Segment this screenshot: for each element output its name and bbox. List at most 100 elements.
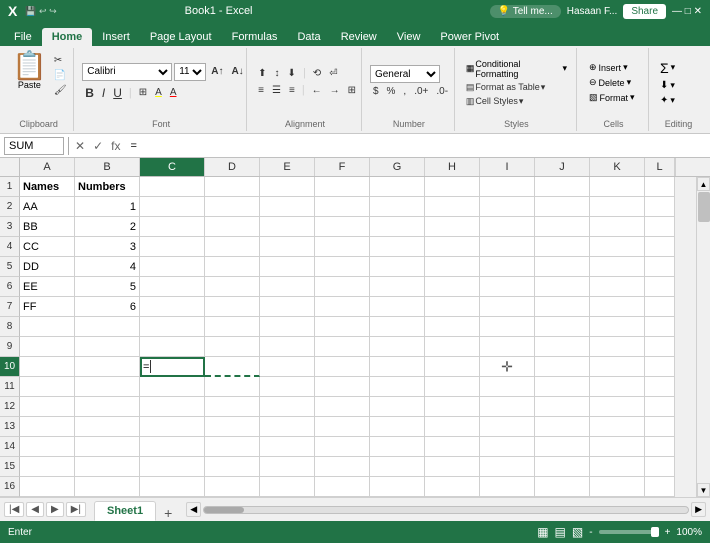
cell-A13[interactable] xyxy=(20,417,75,437)
cell-B4[interactable]: 3 xyxy=(75,237,140,257)
cell-D10[interactable] xyxy=(205,357,260,377)
row-num-6[interactable]: 6 xyxy=(0,277,20,297)
cell-F7[interactable] xyxy=(315,297,370,317)
cell-C8[interactable] xyxy=(140,317,205,337)
vertical-scrollbar[interactable]: ▲ ▼ xyxy=(696,177,710,497)
share-button[interactable]: Share xyxy=(623,4,666,19)
cell-H16[interactable] xyxy=(425,477,480,497)
cell-G8[interactable] xyxy=(370,317,425,337)
cell-L16[interactable] xyxy=(645,477,675,497)
scroll-thumb[interactable] xyxy=(698,192,710,222)
number-format-select[interactable]: General xyxy=(370,65,440,83)
col-header-J[interactable]: J xyxy=(535,158,590,176)
cell-E2[interactable] xyxy=(260,197,315,217)
cell-K1[interactable] xyxy=(590,177,645,197)
cell-A12[interactable] xyxy=(20,397,75,417)
cell-B3[interactable]: 2 xyxy=(75,217,140,237)
page-layout-view-icon[interactable]: ▤ xyxy=(555,525,566,539)
cell-A2[interactable]: AA xyxy=(20,197,75,217)
sheet-nav-last[interactable]: ▶| xyxy=(66,502,86,517)
cell-A7[interactable]: FF xyxy=(20,297,75,317)
cell-B7[interactable]: 6 xyxy=(75,297,140,317)
cell-J2[interactable] xyxy=(535,197,590,217)
col-header-G[interactable]: G xyxy=(370,158,425,176)
cell-L13[interactable] xyxy=(645,417,675,437)
cell-F3[interactable] xyxy=(315,217,370,237)
normal-view-icon[interactable]: ▦ xyxy=(537,525,548,539)
cell-A11[interactable] xyxy=(20,377,75,397)
cell-E9[interactable] xyxy=(260,337,315,357)
cell-I16[interactable] xyxy=(480,477,535,497)
cell-G10[interactable] xyxy=(370,357,425,377)
merge-center-button[interactable]: ⊞ xyxy=(345,84,359,97)
cell-I13[interactable] xyxy=(480,417,535,437)
decrease-decimal-button[interactable]: .0- xyxy=(433,85,451,98)
tab-insert[interactable]: Insert xyxy=(92,28,140,46)
scroll-left-button[interactable]: ◀ xyxy=(186,502,201,517)
cell-D14[interactable] xyxy=(205,437,260,457)
cell-B9[interactable] xyxy=(75,337,140,357)
cell-A16[interactable] xyxy=(20,477,75,497)
cancel-formula-button[interactable]: ✕ xyxy=(73,139,87,153)
tab-file[interactable]: File xyxy=(4,28,42,46)
insert-button[interactable]: ⊕ Insert ▾ xyxy=(585,61,632,74)
row-num-5[interactable]: 5 xyxy=(0,257,20,277)
cell-F8[interactable] xyxy=(315,317,370,337)
cell-G16[interactable] xyxy=(370,477,425,497)
row-num-15[interactable]: 15 xyxy=(0,457,20,477)
cell-D5[interactable] xyxy=(205,257,260,277)
cell-H5[interactable] xyxy=(425,257,480,277)
scroll-down-button[interactable]: ▼ xyxy=(697,483,710,497)
col-header-L[interactable]: L xyxy=(645,158,675,176)
cell-J5[interactable] xyxy=(535,257,590,277)
cell-I9[interactable] xyxy=(480,337,535,357)
cell-L2[interactable] xyxy=(645,197,675,217)
tab-review[interactable]: Review xyxy=(331,28,387,46)
tab-page-layout[interactable]: Page Layout xyxy=(140,28,222,46)
cell-C12[interactable] xyxy=(140,397,205,417)
cell-C16[interactable] xyxy=(140,477,205,497)
row-num-11[interactable]: 11 xyxy=(0,377,20,397)
scroll-up-button[interactable]: ▲ xyxy=(697,177,710,191)
cell-H4[interactable] xyxy=(425,237,480,257)
left-align-button[interactable]: ≡ xyxy=(255,84,267,97)
cell-D4[interactable] xyxy=(205,237,260,257)
cell-L5[interactable] xyxy=(645,257,675,277)
cell-L15[interactable] xyxy=(645,457,675,477)
row-num-13[interactable]: 13 xyxy=(0,417,20,437)
cell-F16[interactable] xyxy=(315,477,370,497)
cell-A6[interactable]: EE xyxy=(20,277,75,297)
cell-K10[interactable] xyxy=(590,357,645,377)
cell-J9[interactable] xyxy=(535,337,590,357)
cell-D8[interactable] xyxy=(205,317,260,337)
h-scroll-thumb[interactable] xyxy=(204,507,244,513)
fill-color-button[interactable]: A xyxy=(152,86,165,99)
cell-K13[interactable] xyxy=(590,417,645,437)
cell-F15[interactable] xyxy=(315,457,370,477)
font-name-select[interactable]: Calibri xyxy=(82,63,172,81)
cell-J11[interactable] xyxy=(535,377,590,397)
conditional-formatting-button[interactable]: ▦ Conditional Formatting ▾ xyxy=(463,58,570,80)
cell-H7[interactable] xyxy=(425,297,480,317)
cell-K7[interactable] xyxy=(590,297,645,317)
cell-F1[interactable] xyxy=(315,177,370,197)
h-scroll-track[interactable] xyxy=(203,506,689,514)
border-button[interactable]: ⊞ xyxy=(136,86,150,99)
tell-me-input[interactable]: 💡 Tell me... xyxy=(490,5,561,18)
cell-A10[interactable] xyxy=(20,357,75,377)
cell-H15[interactable] xyxy=(425,457,480,477)
row-num-14[interactable]: 14 xyxy=(0,437,20,457)
tab-data[interactable]: Data xyxy=(287,28,330,46)
cell-E11[interactable] xyxy=(260,377,315,397)
cell-B10[interactable] xyxy=(75,357,140,377)
cell-H11[interactable] xyxy=(425,377,480,397)
col-header-C[interactable]: C xyxy=(140,158,205,176)
cell-D9[interactable] xyxy=(205,337,260,357)
row-num-12[interactable]: 12 xyxy=(0,397,20,417)
cell-J16[interactable] xyxy=(535,477,590,497)
cell-E13[interactable] xyxy=(260,417,315,437)
cell-H10[interactable] xyxy=(425,357,480,377)
cell-E10[interactable] xyxy=(260,357,315,377)
cell-D7[interactable] xyxy=(205,297,260,317)
cell-D12[interactable] xyxy=(205,397,260,417)
